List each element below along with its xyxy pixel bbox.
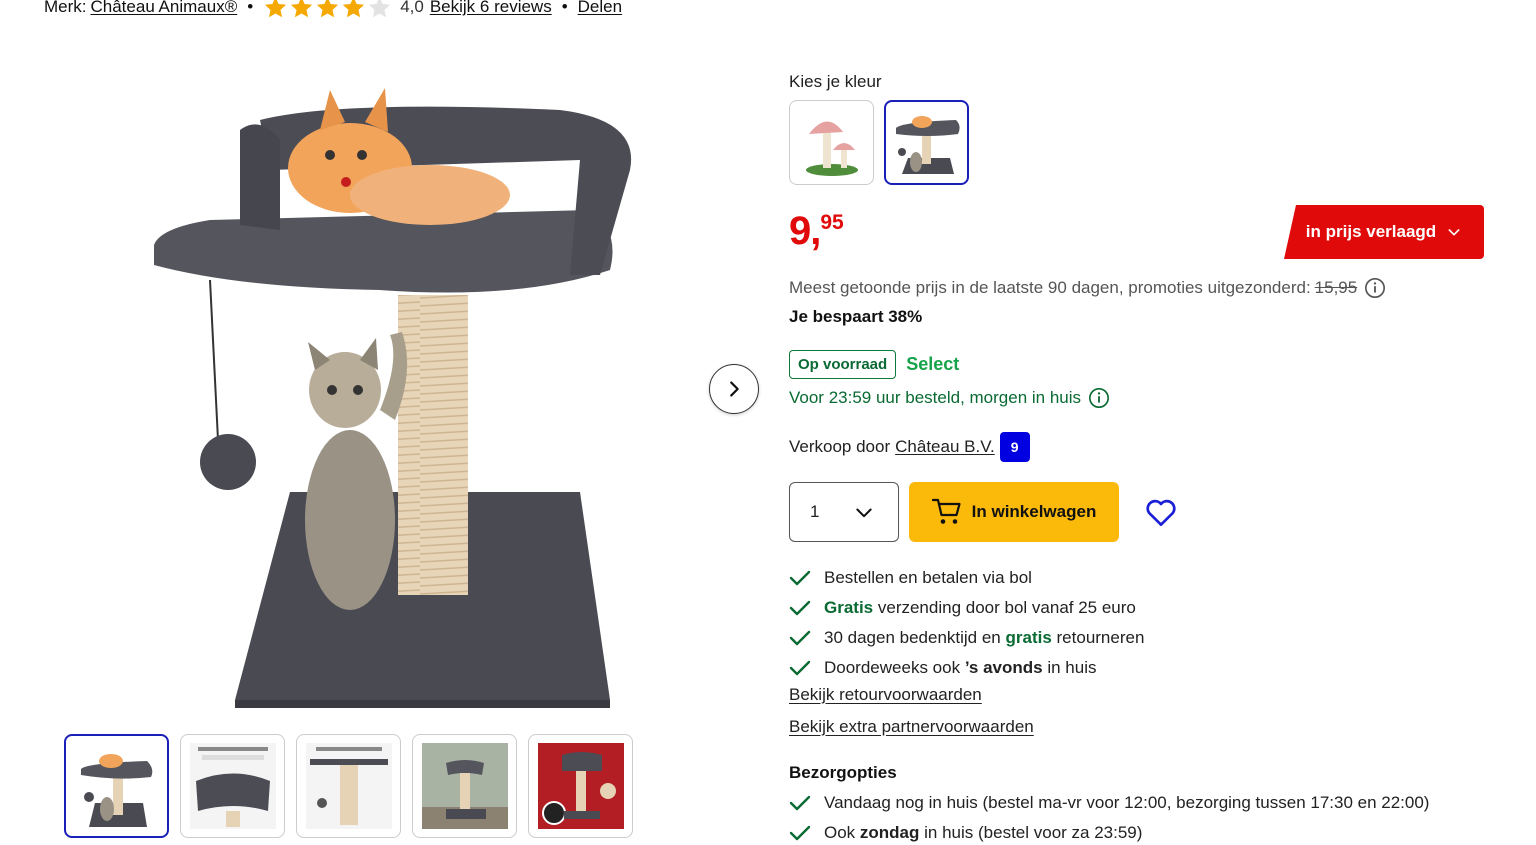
thumbnail-5[interactable] bbox=[528, 734, 633, 838]
seller-link[interactable]: Château B.V. bbox=[895, 437, 995, 457]
thumbnail-2[interactable] bbox=[180, 734, 285, 838]
usp-item: Doordeweeks ook ’s avonds in huis bbox=[789, 653, 1144, 683]
red-banner-thumbnail bbox=[537, 743, 624, 829]
delivery-options-title: Bezorgopties bbox=[789, 763, 897, 782]
check-icon bbox=[789, 794, 811, 812]
reference-price-value: 15,95 bbox=[1314, 278, 1358, 297]
star-empty-icon bbox=[369, 0, 391, 17]
delivery-options-list: Vandaag nog in huis (bestel ma-vr voor 1… bbox=[789, 788, 1429, 845]
cat-tree-swatch-image bbox=[895, 115, 960, 174]
thumbnail-strip bbox=[64, 734, 633, 838]
select-label: Select bbox=[906, 354, 960, 374]
price-reduced-badge[interactable]: in prijs verlaagd bbox=[1284, 205, 1484, 259]
add-to-cart-label: In winkelwagen bbox=[971, 502, 1097, 521]
check-icon bbox=[789, 599, 811, 617]
seller-row: Verkoop door Château B.V. 9 bbox=[789, 432, 1030, 462]
check-icon bbox=[789, 659, 811, 677]
savings-text: Je bespaart 38% bbox=[789, 307, 923, 326]
stock-row: Op voorraad Select bbox=[789, 350, 959, 379]
reference-price-row: Meest getoonde prijs in de laatste 90 da… bbox=[789, 277, 1386, 299]
reference-price-text: Meest getoonde prijs in de laatste 90 da… bbox=[789, 278, 1311, 297]
bed-detail-thumbnail bbox=[189, 743, 276, 829]
separator-dot: • bbox=[561, 0, 568, 16]
usp-text: Bestellen en betalen via bol bbox=[824, 568, 1032, 587]
share-link[interactable]: Delen bbox=[578, 0, 622, 17]
cat-tree-thumbnail bbox=[80, 754, 152, 827]
usp-highlight: ’s avonds bbox=[964, 658, 1043, 677]
price-reduced-label: in prijs verlaagd bbox=[1305, 222, 1437, 241]
delivery-option-item: Ook zondag in huis (bestel voor za 23:59… bbox=[789, 818, 1429, 845]
main-product-image[interactable] bbox=[140, 60, 640, 720]
delivery-option-highlight: zondag bbox=[859, 823, 920, 842]
room-photo-thumbnail bbox=[421, 743, 508, 829]
usp-item: Gratis verzending door bol vanaf 25 euro bbox=[789, 593, 1144, 623]
usp-text: verzending door bol vanaf 25 euro bbox=[873, 598, 1136, 617]
chevron-down-icon bbox=[1448, 229, 1460, 236]
brand-prefix: Merk: bbox=[44, 0, 87, 16]
returns-conditions-link[interactable]: Bekijk retourvoorwaarden bbox=[789, 685, 982, 705]
cat-tree-illustration bbox=[154, 88, 632, 708]
delivery-option-item: Vandaag nog in huis (bestel ma-vr voor 1… bbox=[789, 788, 1429, 818]
star-full-icon bbox=[343, 0, 365, 17]
next-image-button[interactable] bbox=[709, 364, 759, 414]
delivery-option-text: Ook bbox=[824, 823, 860, 842]
star-full-icon bbox=[291, 0, 313, 17]
product-meta-row: Merk: Château Animaux® • 4,0 Bekijk 6 re… bbox=[44, 0, 622, 18]
chevron-right-icon bbox=[730, 381, 739, 397]
usp-text: in huis bbox=[1042, 658, 1097, 677]
price: 9, 95 bbox=[789, 208, 844, 254]
usp-item: Bestellen en betalen via bol bbox=[789, 563, 1144, 593]
info-icon[interactable] bbox=[1364, 277, 1386, 299]
price-integer: 9, bbox=[789, 209, 821, 253]
reviews-link[interactable]: Bekijk 6 reviews bbox=[430, 0, 552, 17]
add-to-cart-button[interactable]: In winkelwagen bbox=[909, 482, 1119, 542]
color-picker-label: Kies je kleur bbox=[789, 72, 882, 91]
separator-dot: • bbox=[247, 0, 254, 16]
delivery-promise-text: Voor 23:59 uur besteld, morgen in huis bbox=[789, 388, 1082, 407]
rating-value: 4,0 bbox=[400, 0, 424, 16]
usp-list: Bestellen en betalen via bol Gratis verz… bbox=[789, 563, 1144, 683]
seller-score-badge: 9 bbox=[999, 432, 1030, 462]
wishlist-button[interactable] bbox=[1142, 493, 1180, 531]
delivery-promise: Voor 23:59 uur besteld, morgen in huis bbox=[789, 387, 1110, 409]
brand-link[interactable]: Château Animaux® bbox=[91, 0, 238, 17]
swatch-cat-tree-grey[interactable] bbox=[884, 100, 969, 185]
usp-text: Doordeweeks ook bbox=[824, 658, 965, 677]
delivery-option-text: Vandaag nog in huis (bestel ma-vr voor 1… bbox=[824, 793, 1430, 812]
usp-highlight: Gratis bbox=[824, 598, 874, 617]
in-stock-badge: Op voorraad bbox=[789, 350, 897, 379]
thumbnail-1[interactable] bbox=[64, 734, 169, 838]
shopping-cart-icon bbox=[931, 498, 961, 524]
heart-icon bbox=[1146, 499, 1176, 526]
delivery-option-text: in huis (bestel voor za 23:59) bbox=[919, 823, 1143, 842]
quantity-select[interactable]: 1 bbox=[789, 482, 899, 542]
post-detail-thumbnail bbox=[305, 743, 392, 829]
check-icon bbox=[789, 629, 811, 647]
chevron-down-icon bbox=[856, 508, 872, 518]
quantity-value: 1 bbox=[810, 502, 820, 521]
rating-stars bbox=[263, 0, 392, 20]
star-full-icon bbox=[317, 0, 339, 17]
star-full-icon bbox=[265, 0, 287, 17]
thumbnail-4[interactable] bbox=[412, 734, 517, 838]
mushroom-swatch-image bbox=[805, 120, 858, 176]
price-decimals: 95 bbox=[820, 211, 844, 234]
usp-text: 30 dagen bedenktijd en bbox=[824, 628, 1006, 647]
color-swatches bbox=[789, 100, 969, 185]
info-icon[interactable] bbox=[1088, 387, 1110, 409]
usp-item: 30 dagen bedenktijd en gratis retournere… bbox=[789, 623, 1144, 653]
usp-text: retourneren bbox=[1051, 628, 1145, 647]
swatch-mushroom[interactable] bbox=[789, 100, 874, 185]
check-icon bbox=[789, 569, 811, 587]
usp-highlight: gratis bbox=[1005, 628, 1052, 647]
check-icon bbox=[789, 824, 811, 842]
seller-prefix: Verkoop door bbox=[789, 437, 891, 456]
partner-conditions-link[interactable]: Bekijk extra partnervoorwaarden bbox=[789, 717, 1034, 737]
thumbnail-3[interactable] bbox=[296, 734, 401, 838]
